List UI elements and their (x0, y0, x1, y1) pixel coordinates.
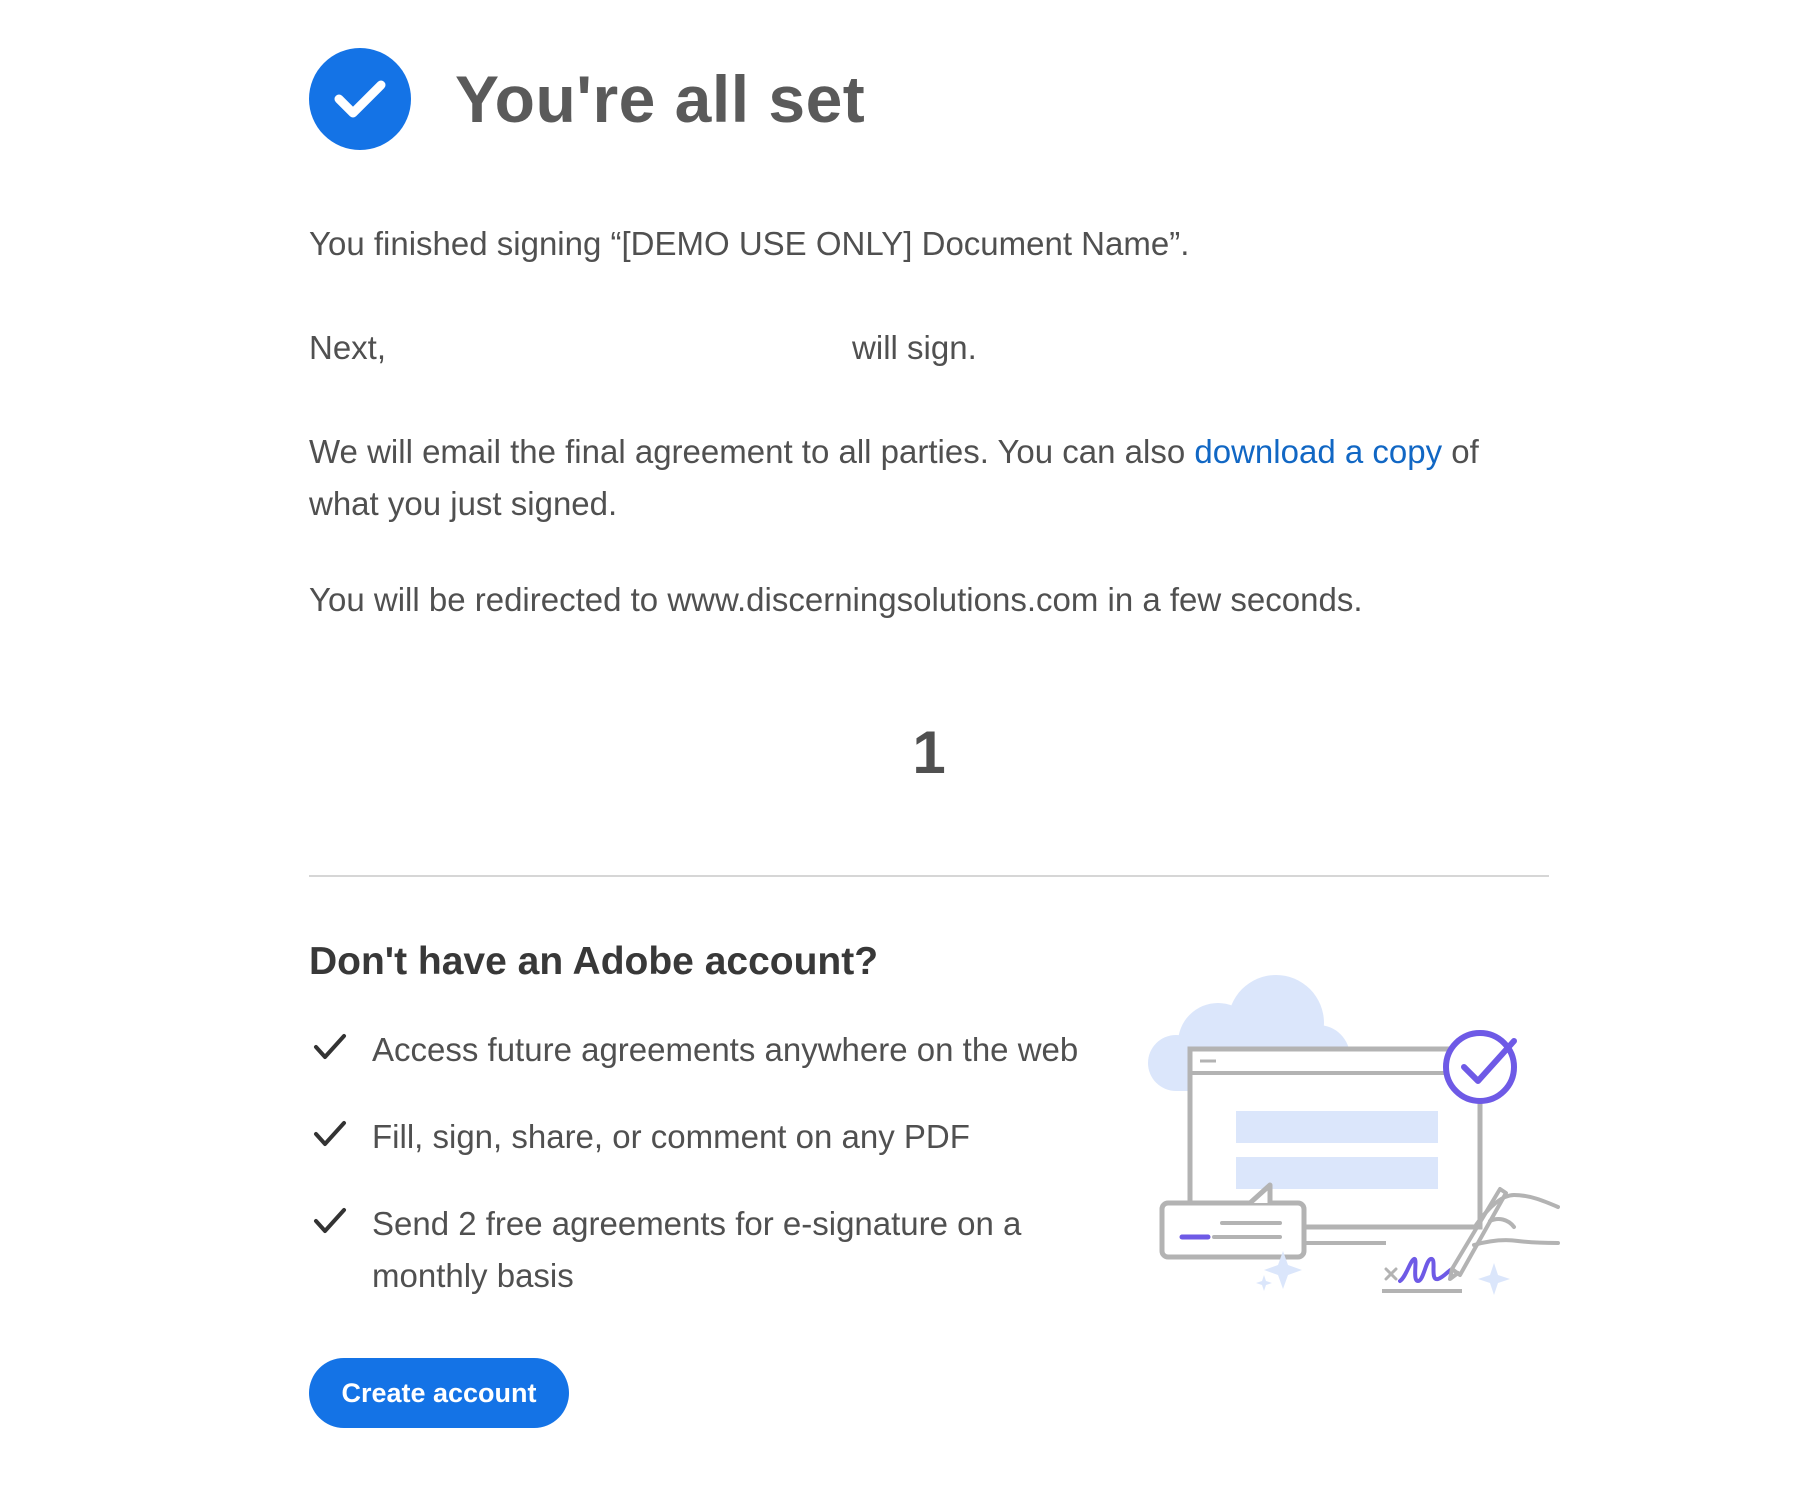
download-copy-link[interactable]: download a copy (1194, 433, 1442, 470)
benefit-text: Send 2 free agreements for e-signature o… (372, 1205, 1022, 1294)
checkmark-icon (314, 1208, 346, 1233)
finished-message: You finished signing “[DEMO USE ONLY] Do… (309, 225, 1190, 262)
benefit-text: Access future agreements anywhere on the… (372, 1031, 1079, 1068)
next-suffix: will sign. (852, 329, 977, 366)
email-message: We will email the final agreement to all… (309, 426, 1549, 530)
next-prefix: Next, (309, 329, 387, 366)
page-header: You're all set (309, 48, 865, 150)
check-circle-icon (309, 48, 411, 150)
benefit-item: Fill, sign, share, or comment on any PDF (309, 1111, 1089, 1163)
section-divider (309, 875, 1549, 877)
next-signer-message: Next, will sign. (309, 322, 977, 374)
e-signature-illustration (1148, 975, 1560, 1295)
page-title: You're all set (455, 62, 866, 136)
checkmark-icon (314, 1121, 346, 1146)
benefit-item: Send 2 free agreements for e-signature o… (309, 1198, 1089, 1302)
email-prefix: We will email the final agreement to all… (309, 433, 1195, 470)
checkmark-icon (314, 1034, 346, 1059)
create-account-button[interactable]: Create account (309, 1358, 569, 1428)
promo-title: Don't have an Adobe account? (309, 940, 879, 983)
benefits-list: Access future agreements anywhere on the… (309, 1024, 1089, 1302)
benefit-item: Access future agreements anywhere on the… (309, 1024, 1089, 1076)
browser-window (1187, 1046, 1483, 1230)
benefit-text: Fill, sign, share, or comment on any PDF (372, 1118, 970, 1155)
redirect-countdown: 1 (912, 719, 946, 786)
redirect-message: You will be redirected to www.discerning… (309, 581, 1363, 618)
